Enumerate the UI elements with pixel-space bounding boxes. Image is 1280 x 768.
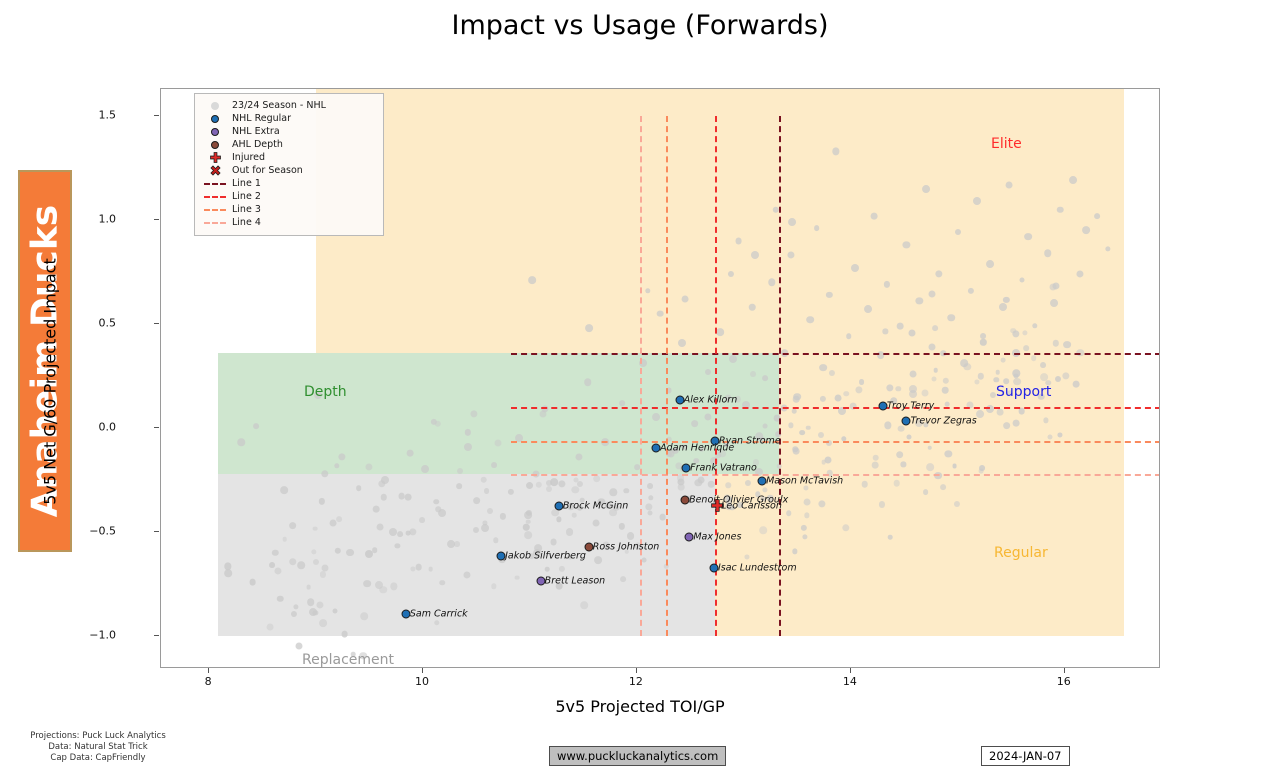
x-tick-mark [1063, 668, 1065, 673]
x-tick-mark [635, 668, 637, 673]
legend-dash-icon [204, 195, 226, 198]
x-tick-mark [849, 668, 851, 673]
legend-dot-icon [211, 127, 219, 136]
out-for-season-icon [209, 165, 221, 176]
y-tick-label: −0.5 [89, 524, 116, 538]
legend-item-label: Line 4 [232, 217, 261, 228]
player-label: Troy Terry [886, 400, 935, 412]
x-axis-label: 5v5 Projected TOI/GP [555, 697, 725, 716]
y-tick-label: 0.0 [98, 420, 117, 434]
legend-dot-icon [211, 114, 219, 123]
player-label: Trevor Zegras [910, 415, 977, 427]
website-chip[interactable]: www.puckluckanalytics.com [549, 746, 727, 766]
x-tick-label: 16 [1056, 675, 1071, 688]
y-tick-label: 1.5 [98, 108, 117, 122]
legend-item-label: Line 2 [232, 191, 261, 202]
y-tick-mark [154, 634, 159, 636]
player-label: Max Jones [693, 531, 742, 543]
date-chip: 2024-JAN-07 [981, 746, 1070, 766]
legend-item: Line 3 [202, 203, 376, 216]
legend-item-label: 23/24 Season - NHL [232, 100, 326, 111]
legend-item: Injured [202, 151, 376, 164]
scatter-plot[interactable]: Elite Support Regular Depth Replacement Troy… [160, 88, 1160, 668]
player-label: Jakob Silfverberg [505, 550, 586, 562]
legend-item-label: Out for Season [232, 165, 303, 176]
injured-icon [209, 152, 221, 163]
legend-item: 23/24 Season - NHL [202, 99, 376, 112]
player-label: Leo Carlsson [721, 500, 782, 512]
legend-item-label: AHL Depth [232, 139, 283, 150]
y-tick-label: 1.0 [98, 212, 117, 226]
legend-item-label: NHL Regular [232, 113, 291, 124]
legend-item: AHL Depth [202, 138, 376, 151]
credits-projections: Projections: Puck Luck Analytics [30, 731, 166, 741]
legend-item-label: Injured [232, 152, 266, 163]
y-tick-mark [154, 218, 159, 220]
x-tick-mark [208, 668, 210, 673]
legend-dash-icon [204, 221, 226, 224]
y-tick-label: −1.0 [89, 628, 116, 642]
player-label: Adam Henrique [660, 442, 735, 454]
legend-dot-icon [211, 101, 219, 110]
credits-cap-data: Cap Data: CapFriendly [50, 753, 146, 763]
player-label: Brett Leason [544, 575, 606, 587]
legend-item-label: NHL Extra [232, 126, 280, 137]
player-label: Ross Johnston [592, 541, 660, 553]
x-tick-mark [422, 668, 424, 673]
player-label: Frank Vatrano [690, 462, 757, 474]
legend-item-label: Line 3 [232, 204, 261, 215]
legend-item: Out for Season [202, 164, 376, 177]
legend-item: NHL Regular [202, 112, 376, 125]
player-label: Mason McTavish [766, 475, 844, 487]
y-tick-label: 0.5 [98, 316, 117, 330]
player-label: Sam Carrick [409, 608, 468, 620]
legend-item-label: Line 1 [232, 178, 261, 189]
legend-item: Line 4 [202, 216, 376, 229]
player-label: Alex Killorn [683, 394, 738, 406]
y-tick-mark [154, 322, 159, 324]
player-label: Isac Lundestrom [717, 562, 797, 574]
y-tick-mark [154, 426, 159, 428]
credits: Projections: Puck Luck Analytics Data: N… [8, 731, 188, 764]
y-tick-mark [154, 115, 159, 117]
page-title: Impact vs Usage (Forwards) [451, 10, 829, 41]
y-tick-mark [154, 530, 159, 532]
x-tick-label: 14 [842, 675, 857, 688]
credits-data: Data: Natural Stat Trick [48, 742, 148, 752]
player-label: Brock McGinn [562, 500, 629, 512]
legend-dash-icon [204, 182, 226, 185]
x-tick-label: 12 [628, 675, 643, 688]
x-tick-label: 10 [415, 675, 430, 688]
x-tick-label: 8 [204, 675, 212, 688]
legend-item: NHL Extra [202, 125, 376, 138]
legend-dot-icon [211, 140, 219, 149]
legend: 23/24 Season - NHL NHL Regular NHL Extra AH… [194, 93, 384, 236]
legend-item: Line 2 [202, 190, 376, 203]
legend-item: Line 1 [202, 177, 376, 190]
legend-dash-icon [204, 208, 226, 211]
